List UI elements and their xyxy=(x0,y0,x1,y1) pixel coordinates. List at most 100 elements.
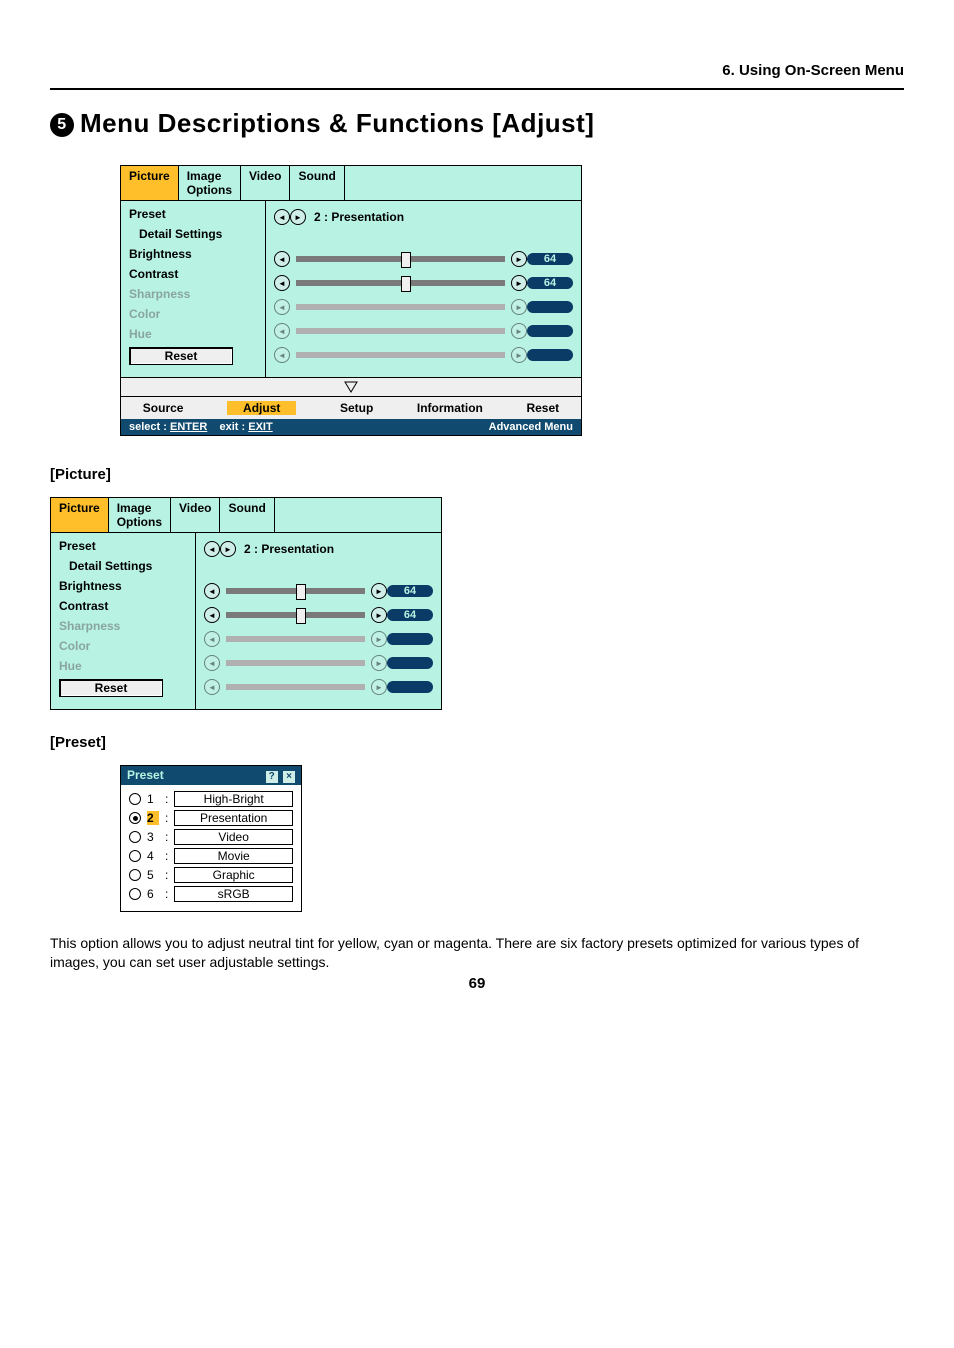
radio-icon xyxy=(129,850,141,862)
nav-source[interactable]: Source xyxy=(143,401,184,415)
header-divider xyxy=(50,88,904,90)
radio-icon xyxy=(129,888,141,900)
preset-value: 2 : Presentation xyxy=(244,542,334,556)
nav-reset[interactable]: Reset xyxy=(526,401,559,415)
preset-dialog: Preset ? × 1:High-Bright 2:Presentation 3:… xyxy=(120,765,302,912)
preset-label: sRGB xyxy=(174,886,293,902)
nav-information[interactable]: Information xyxy=(417,401,483,415)
preset-option[interactable]: 5:Graphic xyxy=(129,867,293,883)
preset-option[interactable]: 2:Presentation xyxy=(129,810,293,826)
preset-option[interactable]: 3:Video xyxy=(129,829,293,845)
status-bar: select : ENTER exit : EXIT Advanced Menu xyxy=(121,419,581,435)
section-header: 6. Using On-Screen Menu xyxy=(722,62,904,79)
arrow-left-icon[interactable]: ◄ xyxy=(204,607,220,623)
osd-picture: Picture ImageOptions Video Sound Preset … xyxy=(50,497,442,710)
menu-sharpness: Sharpness xyxy=(59,619,189,633)
arrow-left-icon[interactable]: ◄ xyxy=(204,541,220,557)
contrast-value: 64 xyxy=(527,277,573,289)
arrow-right-icon: ► xyxy=(371,679,387,695)
menu-brightness[interactable]: Brightness xyxy=(129,247,259,261)
menu-color: Color xyxy=(59,639,189,653)
hue-value xyxy=(387,681,433,693)
menu-preset[interactable]: Preset xyxy=(129,207,259,221)
arrow-left-icon: ◄ xyxy=(274,323,290,339)
status-select-key: ENTER xyxy=(170,421,207,433)
arrow-right-icon[interactable]: ► xyxy=(220,541,236,557)
menu-contrast[interactable]: Contrast xyxy=(129,267,259,281)
color-slider xyxy=(296,328,505,334)
sharpness-value xyxy=(527,301,573,313)
reset-button[interactable]: Reset xyxy=(59,679,163,697)
close-icon[interactable]: × xyxy=(283,771,295,783)
tab-video[interactable]: Video xyxy=(171,498,220,532)
tab-image-options[interactable]: ImageOptions xyxy=(179,166,241,200)
arrow-left-icon[interactable]: ◄ xyxy=(274,209,290,225)
brightness-slider[interactable] xyxy=(226,588,365,594)
arrow-right-icon: ► xyxy=(371,631,387,647)
preset-option[interactable]: 4:Movie xyxy=(129,848,293,864)
arrow-right-icon[interactable]: ► xyxy=(511,275,527,291)
arrow-right-icon[interactable]: ► xyxy=(371,583,387,599)
color-value xyxy=(527,325,573,337)
menu-sharpness: Sharpness xyxy=(129,287,259,301)
osd-menu: Preset Detail Settings Brightness Contra… xyxy=(51,533,196,709)
osd-adjust: Picture ImageOptions Video Sound Preset … xyxy=(120,165,582,436)
preset-number: 5 xyxy=(147,868,159,882)
tab-image-options[interactable]: ImageOptions xyxy=(109,498,171,532)
tab-video[interactable]: Video xyxy=(241,166,290,200)
contrast-slider[interactable] xyxy=(226,612,365,618)
sharpness-row: ◄ ► xyxy=(274,297,573,317)
tab-picture[interactable]: Picture xyxy=(121,166,179,200)
radio-icon xyxy=(129,831,141,843)
arrow-left-icon: ◄ xyxy=(204,679,220,695)
tab-picture[interactable]: Picture xyxy=(51,498,109,532)
contrast-slider[interactable] xyxy=(296,280,505,286)
help-icon[interactable]: ? xyxy=(266,771,278,783)
preset-number: 1 xyxy=(147,792,159,806)
preset-label: High-Bright xyxy=(174,791,293,807)
status-select-label: select : xyxy=(129,421,167,433)
preset-option[interactable]: 1:High-Bright xyxy=(129,791,293,807)
arrow-left-icon[interactable]: ◄ xyxy=(274,251,290,267)
brightness-value: 64 xyxy=(387,585,433,597)
brightness-row: ◄ ► 64 xyxy=(274,249,573,269)
tab-sound[interactable]: Sound xyxy=(290,166,344,200)
preset-dialog-title: Preset ? × xyxy=(121,766,301,785)
arrow-left-icon[interactable]: ◄ xyxy=(204,583,220,599)
hue-slider xyxy=(296,352,505,358)
arrow-left-icon[interactable]: ◄ xyxy=(274,275,290,291)
preset-option[interactable]: 6:sRGB xyxy=(129,886,293,902)
nav-adjust[interactable]: Adjust xyxy=(227,401,296,415)
menu-detail-settings[interactable]: Detail Settings xyxy=(59,559,189,573)
tab-sound[interactable]: Sound xyxy=(220,498,274,532)
arrow-right-icon[interactable]: ► xyxy=(511,251,527,267)
arrow-right-icon: ► xyxy=(511,323,527,339)
menu-preset[interactable]: Preset xyxy=(59,539,189,553)
preset-row: ◄► 2 : Presentation xyxy=(274,207,573,227)
brightness-slider[interactable] xyxy=(296,256,505,262)
preset-number: 6 xyxy=(147,887,159,901)
page-title: 5Menu Descriptions & Functions [Adjust] xyxy=(50,108,904,139)
nav-setup[interactable]: Setup xyxy=(340,401,373,415)
preset-label: Presentation xyxy=(174,810,293,826)
description-paragraph: This option allows you to adjust neutral… xyxy=(50,934,904,972)
menu-detail-settings[interactable]: Detail Settings xyxy=(129,227,259,241)
brightness-value: 64 xyxy=(527,253,573,265)
radio-icon xyxy=(129,869,141,881)
arrow-right-icon[interactable]: ► xyxy=(371,607,387,623)
hue-value xyxy=(527,349,573,361)
radio-icon xyxy=(129,793,141,805)
hue-row: ◄ ► xyxy=(274,345,573,365)
arrow-right-icon[interactable]: ► xyxy=(290,209,306,225)
arrow-left-icon: ◄ xyxy=(274,347,290,363)
reset-button[interactable]: Reset xyxy=(129,347,233,365)
preset-label: Movie xyxy=(174,848,293,864)
sharpness-slider xyxy=(226,636,365,642)
preset-number: 4 xyxy=(147,849,159,863)
color-row: ◄ ► xyxy=(274,321,573,341)
menu-brightness[interactable]: Brightness xyxy=(59,579,189,593)
menu-contrast[interactable]: Contrast xyxy=(59,599,189,613)
arrow-left-icon: ◄ xyxy=(274,299,290,315)
color-slider xyxy=(226,660,365,666)
preset-label: Graphic xyxy=(174,867,293,883)
